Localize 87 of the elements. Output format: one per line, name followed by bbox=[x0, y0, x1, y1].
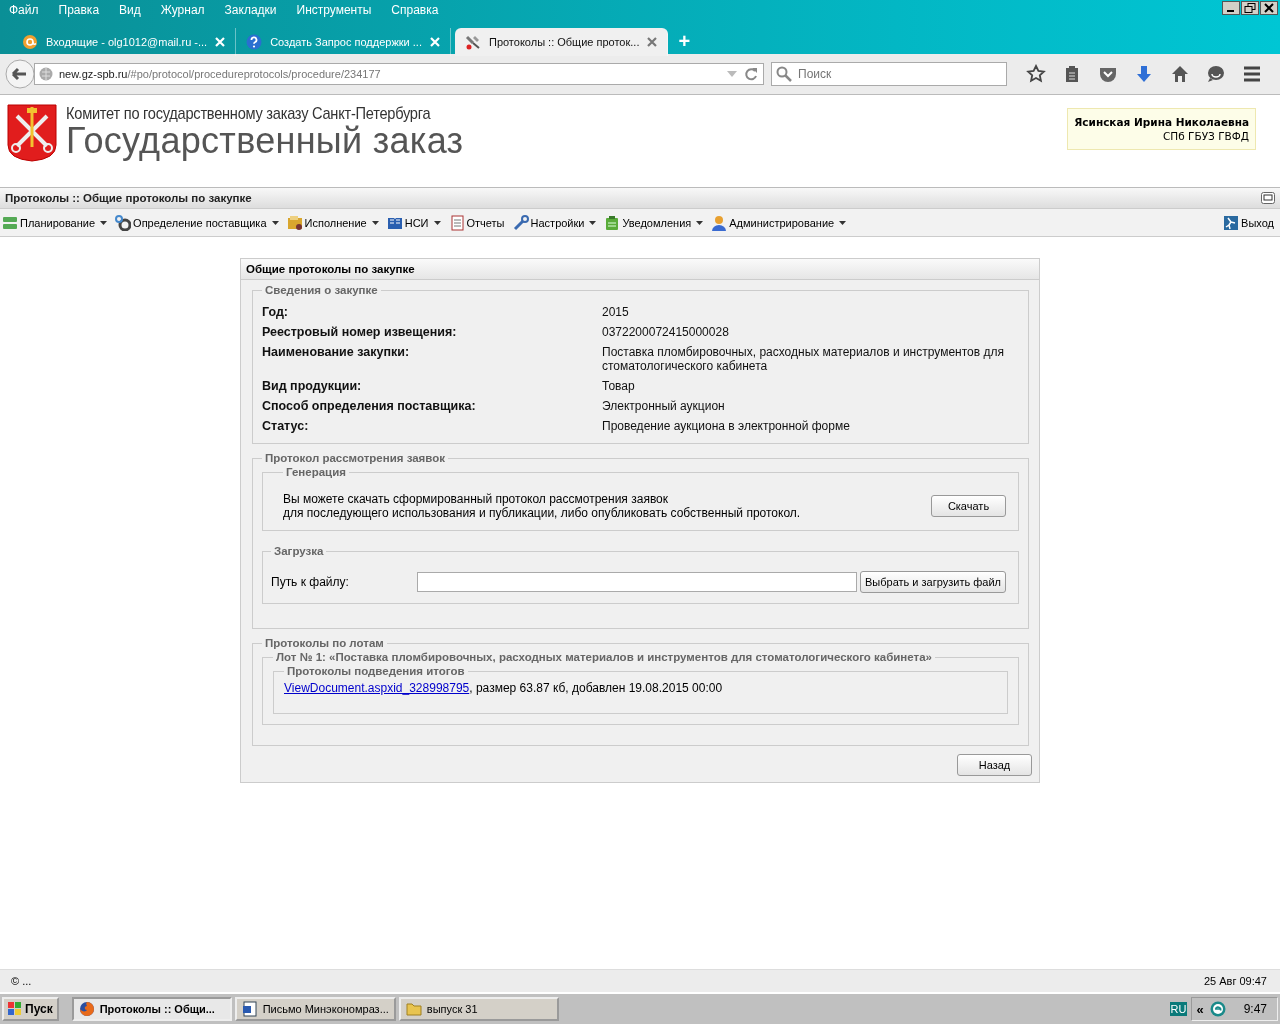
toolbar-menu[interactable]: Планирование bbox=[2, 214, 108, 231]
description-text: Вы можете скачать сформированный протокол рассмотрения заявок для последующего использования и публикации, либо опубликовать собственный протокол. bbox=[283, 492, 801, 520]
section-legend: Протоколы по лотам bbox=[262, 637, 387, 649]
tray-expand-button[interactable]: « bbox=[1196, 1001, 1204, 1017]
menu-item[interactable]: Вид bbox=[110, 3, 149, 21]
field-value: 0372200072415000028 bbox=[602, 325, 730, 339]
section-legend: Лот № 1: «Поставка пломбировочных, расходных материалов и инструментов для стоматологического кабинета» bbox=[273, 651, 935, 663]
bookmark-star-icon[interactable] bbox=[1026, 64, 1046, 84]
back-icon[interactable] bbox=[5, 59, 35, 89]
user-icon bbox=[711, 214, 728, 231]
search-icon bbox=[776, 66, 792, 82]
taskbar-button[interactable]: выпуск 31 bbox=[398, 997, 559, 1021]
gears-icon bbox=[115, 214, 132, 231]
file-path-field[interactable] bbox=[417, 572, 857, 592]
document-info: , размер 63.87 кб, добавлен 19.08.2015 00:00 bbox=[469, 681, 723, 695]
toolbar-menu[interactable]: Администрирование bbox=[711, 214, 847, 231]
field-value: Поставка пломбировочных, расходных материалов и инструментов для стоматологического кабинета bbox=[602, 345, 1005, 373]
wrench-icon bbox=[512, 214, 529, 231]
field-label: Год: bbox=[262, 305, 290, 319]
notepad-icon bbox=[604, 214, 621, 231]
home-icon[interactable] bbox=[1170, 64, 1190, 84]
exit-icon bbox=[1223, 214, 1240, 231]
status-date: 25 Авг 09:47 bbox=[1203, 975, 1267, 987]
help-icon bbox=[246, 34, 263, 50]
restore-icon[interactable] bbox=[1241, 1, 1259, 15]
toolbar-menu[interactable]: Исполнение bbox=[286, 214, 379, 231]
collapse-icon[interactable] bbox=[1261, 192, 1275, 204]
download-icon[interactable] bbox=[1134, 64, 1154, 84]
firefox-icon bbox=[78, 1001, 95, 1017]
section-legend: Сведения о закупке bbox=[262, 284, 381, 296]
field-label: Статус: bbox=[262, 419, 310, 433]
reload-icon[interactable] bbox=[744, 67, 758, 81]
tools-icon bbox=[464, 34, 481, 50]
status-text: © ... bbox=[11, 975, 32, 987]
toolbar-menu[interactable]: НСИ bbox=[386, 214, 441, 231]
section-legend: Протоколы подведения итогов bbox=[284, 665, 468, 677]
logout-button[interactable]: Выход bbox=[1223, 214, 1274, 231]
toolbar-menu[interactable]: Определение поставщика bbox=[115, 214, 279, 231]
start-button[interactable]: Пуск bbox=[2, 997, 59, 1021]
page-title: Протоколы :: Общие протоколы по закупке bbox=[5, 192, 252, 204]
browser-tab[interactable]: Протоколы :: Общие проток... bbox=[454, 28, 669, 56]
menu-item[interactable]: Правка bbox=[49, 3, 108, 21]
globe-icon bbox=[39, 67, 53, 81]
download-button[interactable]: Скачать bbox=[931, 495, 1006, 517]
search-box[interactable]: Поиск bbox=[771, 62, 1007, 86]
folder-icon bbox=[405, 1001, 422, 1017]
toolbar-menu[interactable]: Уведомления bbox=[604, 214, 704, 231]
document-icon bbox=[448, 214, 465, 231]
language-indicator[interactable]: RU bbox=[1169, 1002, 1188, 1016]
taskbar-button[interactable]: Письмо Минэкономраз... bbox=[234, 997, 396, 1021]
chat-icon[interactable] bbox=[1206, 64, 1226, 84]
field-label: Наименование закупки: bbox=[262, 345, 411, 361]
windows-logo-icon bbox=[8, 1002, 22, 1016]
back-button[interactable]: Назад bbox=[957, 754, 1032, 776]
field-label: Вид продукции: bbox=[262, 379, 363, 393]
folders-icon bbox=[286, 214, 303, 231]
taskbar-button[interactable]: Протоколы :: Общи... bbox=[71, 997, 232, 1021]
coat-of-arms-icon bbox=[7, 104, 57, 162]
organization-name: Комитет по государственному заказу Санкт-Петербурга bbox=[66, 104, 432, 124]
section-legend: Протокол рассмотрения заявок bbox=[262, 452, 449, 464]
section-legend: Загрузка bbox=[271, 545, 327, 557]
field-label: Способ определения поставщика: bbox=[262, 399, 477, 413]
close-icon[interactable] bbox=[1260, 1, 1278, 15]
clock: 9:47 bbox=[1243, 1002, 1267, 1016]
address-text: new.gz-spb.ru/#po/protocol/procedureprotocols/procedure/234177 bbox=[59, 68, 382, 80]
section-legend: Генерация bbox=[283, 466, 349, 478]
panel-title: Общие протоколы по закупке bbox=[241, 259, 1039, 280]
menu-item[interactable]: Журнал bbox=[151, 3, 213, 21]
upload-button[interactable]: Выбрать и загрузить файл bbox=[860, 571, 1006, 593]
toolbar-menu[interactable]: Отчеты bbox=[448, 214, 505, 231]
menu-icon[interactable] bbox=[1242, 64, 1262, 84]
field-value: Товар bbox=[602, 379, 636, 393]
field-value: Электронный аукцион bbox=[602, 399, 726, 413]
field-label: Реестровый номер извещения: bbox=[262, 325, 458, 339]
toolbar-menu[interactable]: Настройки bbox=[512, 214, 597, 231]
dropdown-icon bbox=[726, 70, 738, 78]
field-value: 2015 bbox=[602, 305, 630, 319]
field-label: Путь к файлу: bbox=[271, 575, 350, 589]
user-organization: СПб ГБУЗ ГВФД bbox=[1162, 129, 1249, 143]
minimize-icon[interactable] bbox=[1222, 1, 1240, 15]
user-name: Ясинская Ирина Николаевна bbox=[1074, 115, 1249, 129]
at-icon bbox=[22, 34, 38, 50]
address-field[interactable]: new.gz-spb.ru/#po/protocol/procedureprotocols/procedure/234177 bbox=[34, 63, 764, 85]
word-document-icon bbox=[241, 1001, 258, 1017]
field-value: Проведение аукциона в электронной форме bbox=[602, 419, 851, 433]
menu-item[interactable]: Файл bbox=[0, 3, 47, 21]
list-icon bbox=[2, 214, 18, 231]
